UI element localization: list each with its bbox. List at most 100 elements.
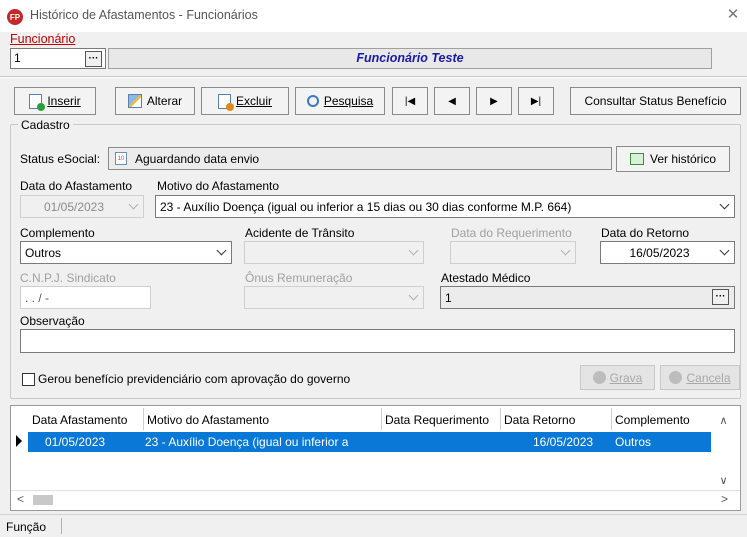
remuneration-burden-select [244, 286, 424, 309]
edit-label: Alterar [146, 94, 183, 108]
consult-benefit-status-label: Consultar Status Benefício [584, 94, 727, 108]
chevron-down-icon[interactable]: ∨ [711, 474, 736, 487]
leave-date-label: Data do Afastamento [20, 179, 133, 193]
medical-certificate-field[interactable]: 1 [440, 286, 735, 309]
save-button[interactable]: Grava [580, 365, 655, 390]
history-icon [629, 153, 644, 165]
cell-complement: Outros [615, 435, 652, 449]
chevron-up-icon[interactable]: ∧ [711, 414, 736, 427]
request-date-field [450, 241, 576, 264]
traffic-accident-select [244, 241, 424, 264]
cell-leave-date: 01/05/2023 [45, 435, 106, 449]
cancel-icon [669, 371, 683, 384]
chevron-down-icon [404, 243, 422, 262]
union-cnpj-value: . . / - [25, 290, 49, 305]
complement-label: Complemento [20, 226, 95, 240]
observation-input[interactable] [20, 329, 735, 353]
edit-icon [127, 94, 142, 108]
column-header-complement[interactable]: Complemento [615, 413, 690, 427]
search-label: Pesquisa [323, 94, 374, 108]
view-history-label: Ver histórico [649, 152, 717, 166]
return-date-field[interactable]: 16/05/2023 [600, 241, 735, 264]
return-date-value: 16/05/2023 [629, 245, 690, 260]
esocial-status-field: 10 Aguardando data envio [108, 147, 612, 170]
esocial-status-value: Aguardando data envio [135, 151, 260, 166]
chevron-right-icon[interactable]: > [721, 492, 728, 506]
table-row[interactable]: 01/05/2023 23 - Auxílio Doença (igual ou… [28, 432, 711, 452]
leave-reason-label: Motivo do Afastamento [157, 179, 280, 193]
cancel-label: Cancela [686, 370, 731, 385]
edit-button[interactable]: Alterar [115, 87, 195, 115]
previous-record-icon: ◀ [448, 95, 456, 107]
return-date-label: Data do Retorno [601, 226, 690, 240]
observation-label: Observação [20, 314, 85, 328]
traffic-accident-label: Acidente de Trânsito [245, 226, 355, 240]
status-bar [0, 514, 747, 537]
save-label: Grava [609, 370, 643, 385]
current-row-indicator-icon [16, 435, 22, 447]
column-header-request-date[interactable]: Data Requerimento [385, 413, 489, 427]
next-record-button[interactable]: ▶ [476, 87, 512, 115]
first-record-icon: |◀ [404, 95, 416, 107]
chevron-down-icon[interactable] [715, 197, 733, 216]
leave-date-field: 01/05/2023 [20, 195, 144, 218]
last-record-button[interactable]: ▶| [518, 87, 554, 115]
status-bar-field: Função [6, 520, 47, 534]
chevron-down-icon[interactable] [715, 243, 733, 262]
union-cnpj-input: . . / - [20, 286, 151, 309]
search-button[interactable]: Pesquisa [295, 87, 385, 115]
last-record-icon: ▶| [530, 95, 542, 107]
column-divider [143, 408, 144, 430]
column-divider [500, 408, 501, 430]
status-bar-divider [61, 518, 62, 534]
cell-leave-reason: 23 - Auxílio Doença (igual ou inferior a [145, 435, 349, 449]
benefit-checkbox-label: Gerou benefício previdenciário com aprov… [38, 372, 351, 386]
app-logo-icon: FP [7, 9, 23, 25]
employee-lookup-button[interactable]: ··· [85, 51, 102, 67]
horizontal-scrollbar[interactable]: < > [11, 490, 740, 508]
previous-record-button[interactable]: ◀ [434, 87, 470, 115]
employee-name: Funcionário Teste [108, 48, 712, 69]
calendar-icon: 10 [115, 152, 127, 165]
chevron-down-icon [124, 197, 142, 216]
next-record-icon: ▶ [490, 95, 498, 107]
delete-label: Excluir [235, 94, 272, 108]
medical-certificate-label: Atestado Médico [441, 271, 531, 285]
medical-certificate-value: 1 [445, 290, 452, 305]
remuneration-burden-label: Ônus Remuneração [245, 271, 353, 285]
union-cnpj-label: C.N.P.J. Sindicato [20, 271, 116, 285]
column-header-leave-reason[interactable]: Motivo do Afastamento [147, 413, 269, 427]
employee-label: Funcionário [10, 32, 76, 46]
view-history-button[interactable]: Ver histórico [616, 146, 730, 172]
close-icon[interactable]: ✕ [724, 5, 742, 25]
divider [0, 76, 747, 78]
column-header-return-date[interactable]: Data Retorno [504, 413, 575, 427]
insert-icon [29, 93, 46, 111]
cancel-button[interactable]: Cancela [660, 365, 740, 390]
leave-reason-value: 23 - Auxílio Doença (igual ou inferior a… [160, 199, 572, 214]
scrollbar-thumb[interactable] [33, 495, 53, 505]
delete-button[interactable]: Excluir [201, 87, 289, 115]
search-icon [306, 95, 319, 107]
cadastro-group-title: Cadastro [18, 118, 73, 132]
column-divider [381, 408, 382, 430]
chevron-down-icon [404, 288, 422, 307]
chevron-down-icon[interactable] [212, 243, 230, 262]
insert-label: Inserir [47, 94, 81, 108]
medical-certificate-lookup-button[interactable]: ··· [712, 289, 729, 305]
column-header-leave-date[interactable]: Data Afastamento [32, 413, 127, 427]
complement-select[interactable]: Outros [20, 241, 232, 264]
chevron-down-icon [556, 243, 574, 262]
benefit-checkbox[interactable] [22, 373, 35, 386]
cell-return-date: 16/05/2023 [533, 435, 594, 449]
leave-history-table: Data Afastamento Motivo do Afastamento D… [10, 405, 741, 511]
request-date-label: Data do Requerimento [451, 226, 572, 240]
insert-button[interactable]: Inserir [14, 87, 96, 115]
leave-reason-select[interactable]: 23 - Auxílio Doença (igual ou inferior a… [155, 195, 735, 218]
complement-value: Outros [25, 245, 62, 260]
consult-benefit-status-button[interactable]: Consultar Status Benefício [570, 87, 741, 115]
esocial-status-label: Status eSocial: [20, 152, 101, 166]
column-divider [611, 408, 612, 430]
first-record-button[interactable]: |◀ [392, 87, 428, 115]
chevron-left-icon[interactable]: < [17, 492, 24, 506]
